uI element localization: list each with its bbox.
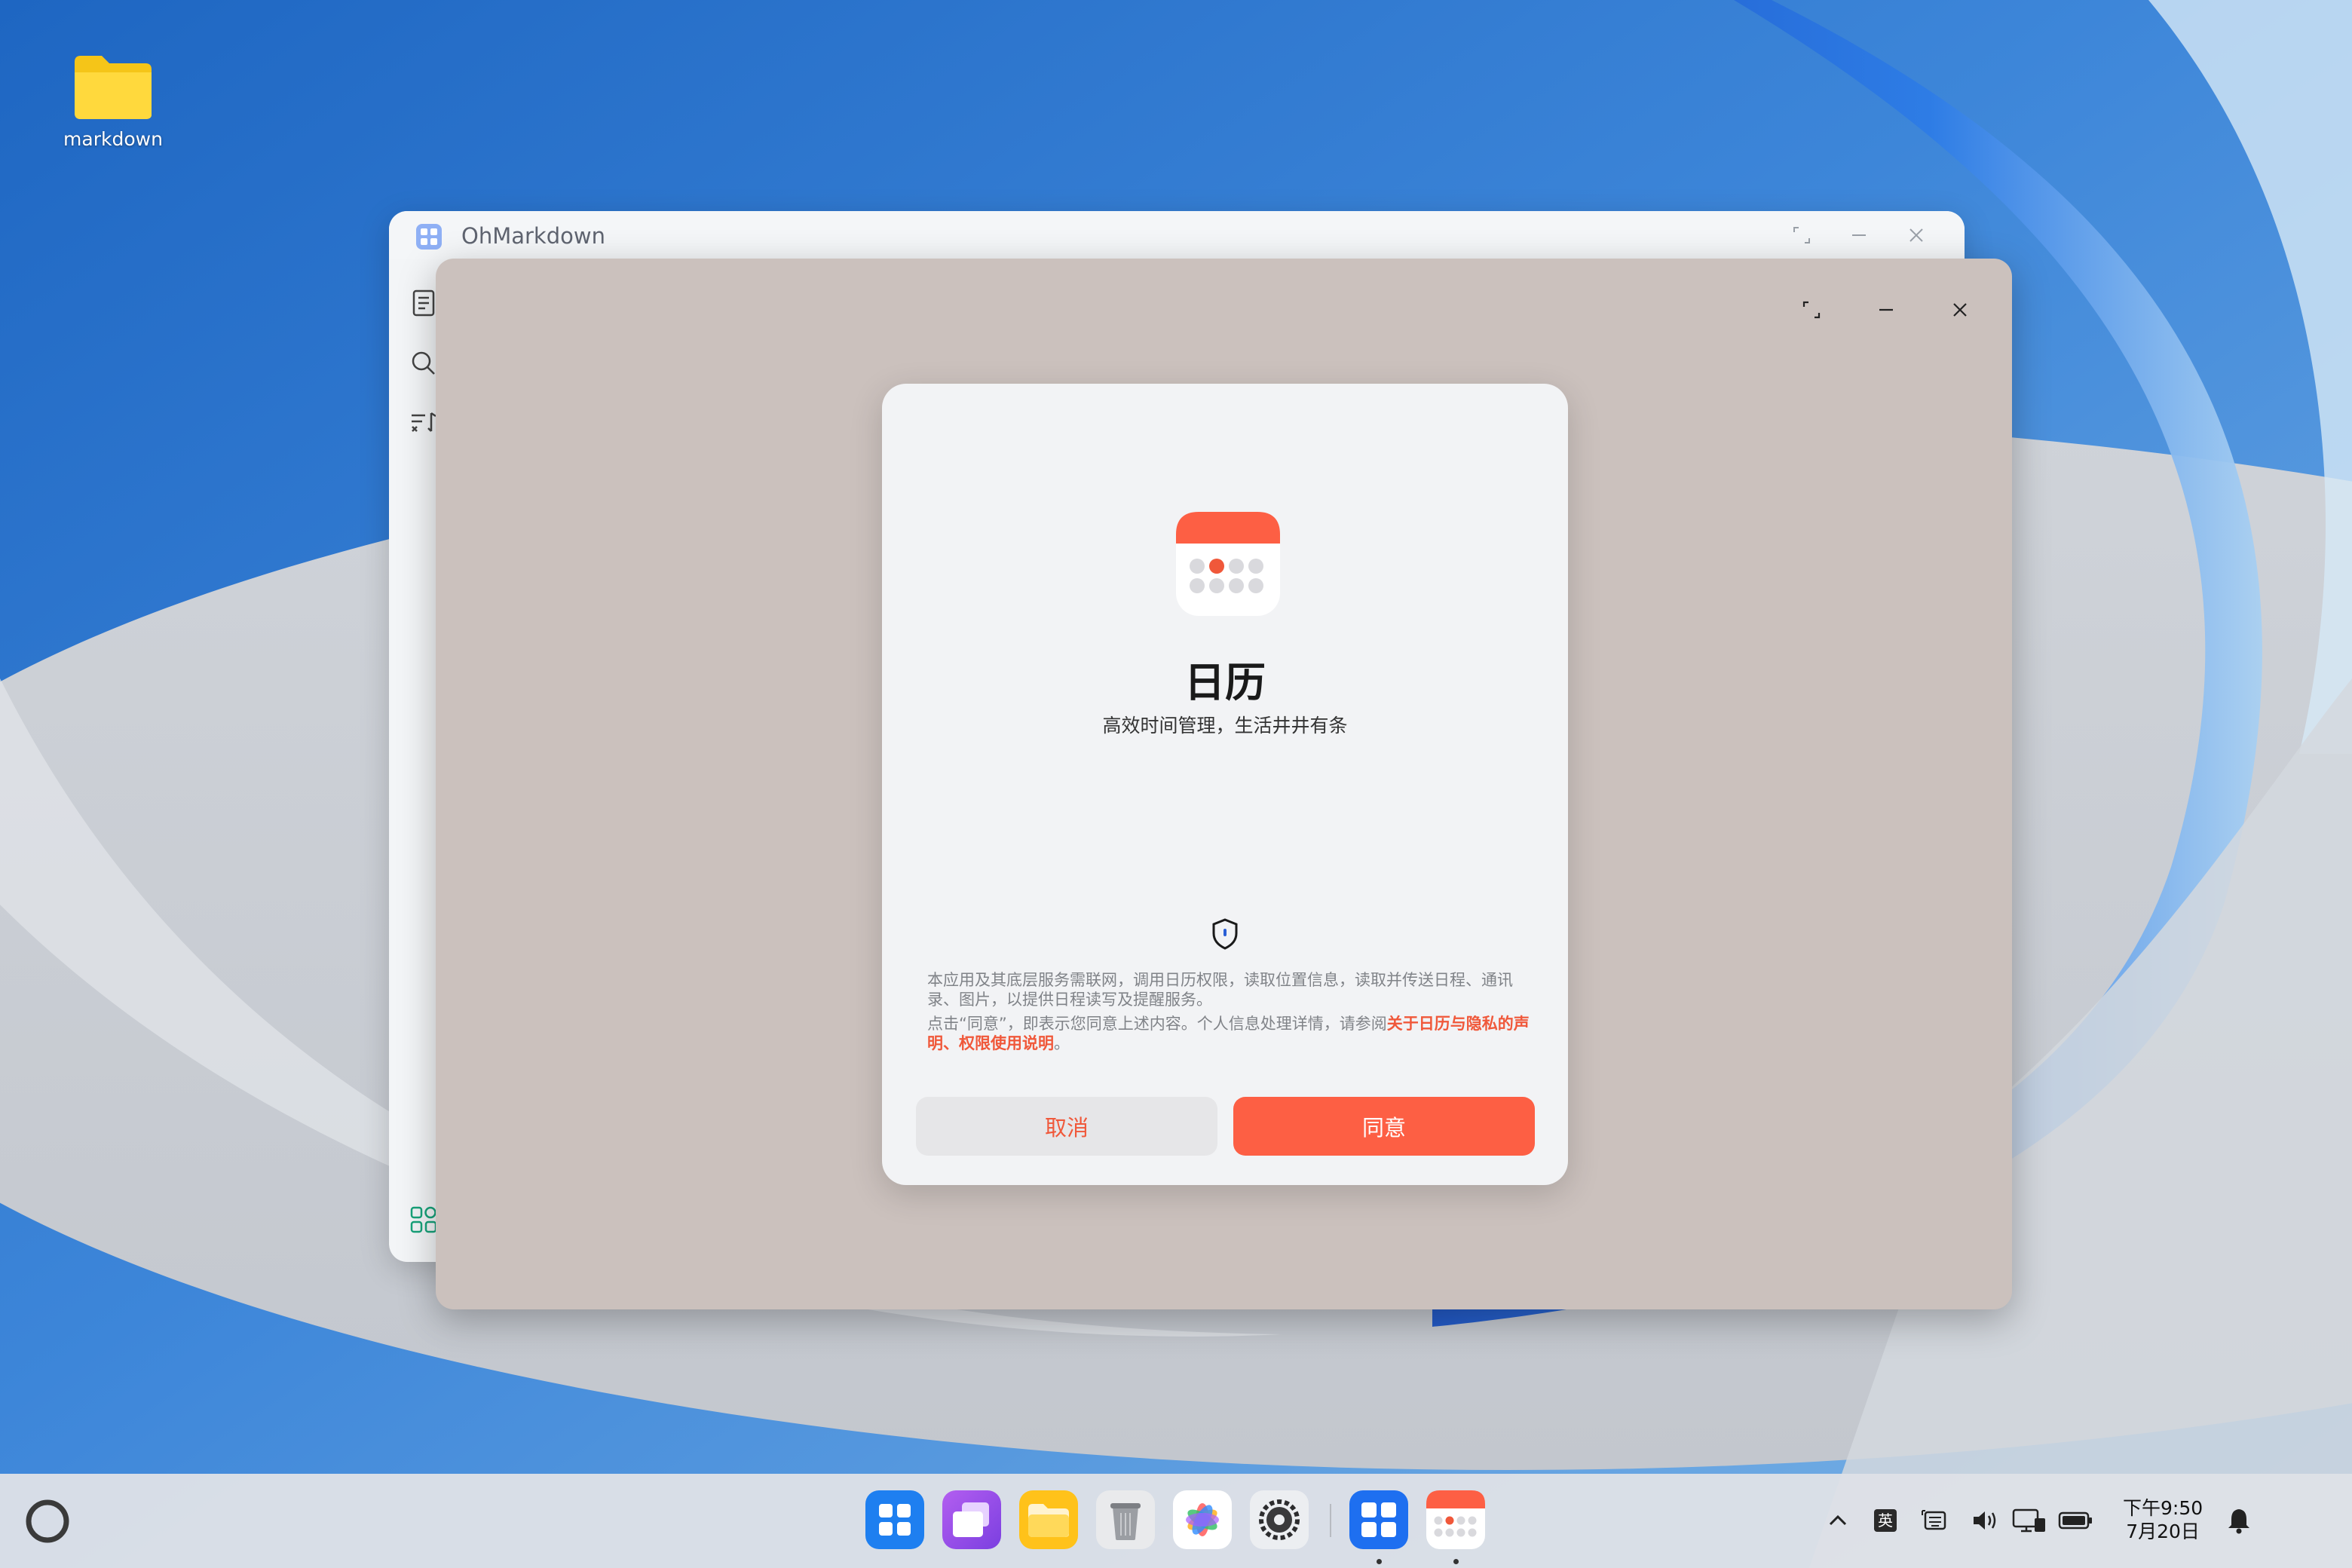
- multitask-icon[interactable]: [942, 1490, 1001, 1549]
- files-icon[interactable]: [1019, 1490, 1078, 1549]
- clock-time: 下午9:50: [2123, 1497, 2203, 1519]
- consent-prefix: 点击“同意”，即表示您同意上述内容。个人信息处理详情，请参阅: [927, 1015, 1387, 1033]
- settings-icon[interactable]: [1250, 1490, 1309, 1549]
- sort-icon[interactable]: [409, 409, 439, 439]
- clock[interactable]: 下午9:50 7月20日: [2123, 1496, 2203, 1543]
- keyboard-icon[interactable]: [1919, 1505, 1949, 1536]
- taskbar: 英 下午9:50 7月20日: [0, 1474, 2352, 1568]
- app-slogan: 高效时间管理，生活井井有条: [1102, 715, 1348, 737]
- app-name: 日历: [1184, 659, 1266, 706]
- agree-button[interactable]: 同意: [1233, 1097, 1535, 1156]
- window-titlebar[interactable]: OhMarkdown: [389, 211, 1965, 259]
- photos-icon[interactable]: [1173, 1490, 1232, 1549]
- document-icon[interactable]: [409, 288, 439, 318]
- dock-separator: [1330, 1504, 1331, 1537]
- search-icon[interactable]: [409, 348, 439, 378]
- start-icon[interactable]: [23, 1496, 72, 1546]
- desktop-icon-label: markdown: [63, 128, 163, 150]
- window-title: OhMarkdown: [461, 223, 605, 249]
- privacy-consent-text: 点击“同意”，即表示您同意上述内容。个人信息处理详情，请参阅关于日历与隐私的声明…: [927, 1014, 1530, 1053]
- trash-icon[interactable]: [1096, 1490, 1155, 1549]
- close-icon[interactable]: [1945, 295, 1975, 325]
- folder-icon: [72, 53, 155, 122]
- ohmarkdown-app-icon: [416, 224, 442, 250]
- app-center-icon[interactable]: [865, 1490, 924, 1549]
- close-icon[interactable]: [1901, 220, 1931, 250]
- chevron-up-icon[interactable]: [1824, 1505, 1851, 1536]
- calendar-icon[interactable]: [1426, 1490, 1485, 1549]
- shield-icon: [1211, 917, 1239, 951]
- permission-description-link[interactable]: 权限使用说明: [959, 1034, 1054, 1052]
- desktop-folder-markdown[interactable]: markdown: [45, 53, 181, 150]
- apps-icon[interactable]: [409, 1205, 439, 1235]
- minimize-icon[interactable]: [1844, 220, 1874, 250]
- clock-date: 7月20日: [2126, 1521, 2200, 1542]
- calendar-icon: [1176, 512, 1280, 616]
- privacy-text: 本应用及其底层服务需联网，调用日历权限，读取位置信息，读取并传送日程、通讯录、图…: [927, 971, 1513, 1009]
- privacy-consent-dialog: 日历 高效时间管理，生活井井有条 本应用及其底层服务需联网，调用日历权限，读取位…: [882, 384, 1568, 1185]
- maximize-icon[interactable]: [1787, 220, 1817, 250]
- volume-icon[interactable]: [1971, 1505, 2001, 1536]
- running-indicator: [1377, 1559, 1382, 1564]
- running-indicator: [1453, 1559, 1459, 1564]
- notification-bell-icon[interactable]: [2225, 1505, 2252, 1536]
- ohmarkdown-icon[interactable]: [1349, 1490, 1408, 1549]
- minimize-icon[interactable]: [1871, 295, 1901, 325]
- maximize-icon[interactable]: [1796, 295, 1827, 325]
- privacy-statement: 本应用及其底层服务需联网，调用日历权限，读取位置信息，读取并传送日程、通讯录、图…: [927, 970, 1530, 1058]
- link-separator: 、: [943, 1034, 959, 1052]
- input-method-indicator[interactable]: 英: [1873, 1505, 1898, 1536]
- cancel-button[interactable]: 取消: [916, 1097, 1217, 1156]
- calendar-window[interactable]: 日历 高效时间管理，生活井井有条 本应用及其底层服务需联网，调用日历权限，读取位…: [436, 259, 2012, 1309]
- input-method-label: 英: [1874, 1509, 1897, 1532]
- consent-end: 。: [1054, 1034, 1070, 1052]
- network-icon[interactable]: [2011, 1505, 2047, 1536]
- battery-icon[interactable]: [2058, 1505, 2093, 1536]
